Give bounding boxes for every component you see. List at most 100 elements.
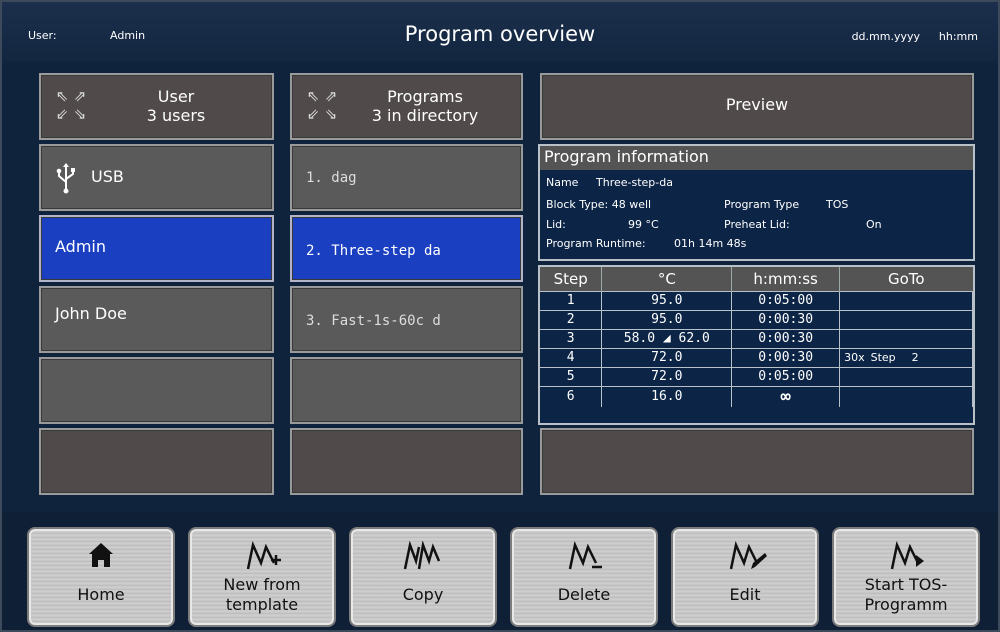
- goto-repeat: 30x: [844, 351, 865, 364]
- table-row[interactable]: 1 95.0 0:05:00: [540, 290, 973, 310]
- time-display: hh:mm: [938, 30, 978, 43]
- user-item-label: USB: [91, 167, 124, 186]
- temp-cell: 72.0: [601, 366, 733, 386]
- programs-count: 3 in directory: [371, 106, 479, 125]
- curve-play-icon: [890, 541, 924, 570]
- user-item-empty[interactable]: [39, 357, 274, 424]
- user-item-usb[interactable]: USB: [39, 144, 274, 211]
- table-row[interactable]: 4 72.0 0:00:30 30x Step 2: [540, 347, 973, 367]
- col-goto: GoTo: [839, 267, 973, 291]
- step-cell: 2: [540, 309, 603, 329]
- goto-cell: [839, 366, 973, 386]
- home-icon: [89, 543, 113, 567]
- program-type-value: TOS: [826, 198, 849, 211]
- bottom-toolbar: Home New from template Copy Delete Edit …: [2, 512, 998, 630]
- users-count: 3 users: [146, 106, 206, 125]
- lid-value: 99 °C: [628, 218, 659, 231]
- goto-step-label: Step: [870, 351, 896, 364]
- programs-header-title: Programs: [387, 87, 463, 106]
- table-row[interactable]: 3 58.0 ◢ 62.0 0:00:30: [540, 328, 973, 348]
- curve-minus-icon: [568, 541, 602, 570]
- col-time: h:mm:ss: [731, 267, 841, 291]
- home-button[interactable]: Home: [27, 527, 175, 627]
- name-value: Three-step-da: [596, 176, 673, 189]
- preheat-value: On: [866, 218, 882, 231]
- app-window: User: Admin Program overview dd.mm.yyyy …: [0, 0, 1000, 632]
- expand-icon: ⇖ ⇗ ⇙ ⇘: [55, 87, 87, 123]
- program-info-header: Program information: [540, 146, 973, 170]
- temp-cell: 58.0 ◢ 62.0: [601, 328, 733, 348]
- time-cell: ∞: [731, 385, 841, 407]
- program-type-label: Program Type: [724, 198, 800, 211]
- user-item-label: John Doe: [55, 304, 127, 323]
- step-cell: 5: [540, 366, 603, 386]
- start-label-1: Start TOS-: [864, 575, 948, 594]
- user-item-admin[interactable]: Admin: [39, 215, 274, 282]
- start-label-2: Programm: [864, 595, 948, 614]
- users-header-button[interactable]: ⇖ ⇗ ⇙ ⇘ User 3 users: [39, 73, 274, 140]
- program-item-selected[interactable]: 2. Three-step da: [290, 215, 523, 282]
- preview-button[interactable]: Preview: [540, 73, 974, 140]
- step-cell: 3: [540, 328, 603, 348]
- table-row[interactable]: 6 16.0 ∞: [540, 385, 973, 407]
- goto-cell: [839, 385, 973, 407]
- copy-label: Copy: [402, 585, 444, 604]
- goto-cell: [839, 290, 973, 310]
- col-temperature: °C: [601, 267, 733, 291]
- user-item-label: Admin: [55, 237, 106, 256]
- program-item-empty[interactable]: [290, 357, 523, 424]
- preview-label: Preview: [725, 95, 789, 114]
- steps-table: Step °C h:mm:ss GoTo 1 95.0 0:05:00 2 95…: [538, 265, 975, 425]
- time-cell: 0:00:30: [731, 328, 841, 348]
- time-cell: 0:00:30: [731, 347, 841, 367]
- start-program-button[interactable]: Start TOS- Programm: [832, 527, 980, 627]
- program-info-title: Program information: [544, 147, 709, 166]
- user-item-empty[interactable]: [39, 428, 274, 495]
- goto-cell: 30x Step 2: [839, 347, 973, 367]
- temp-cell: 95.0: [601, 309, 733, 329]
- time-cell: 0:05:00: [731, 290, 841, 310]
- curve-copy-icon: [403, 541, 441, 570]
- delete-button[interactable]: Delete: [510, 527, 658, 627]
- preheat-label: Preheat Lid:: [724, 218, 790, 231]
- date-display: dd.mm.yyyy: [851, 30, 920, 43]
- block-type: Block Type: 48 well: [546, 198, 652, 211]
- program-item-empty[interactable]: [290, 428, 523, 495]
- step-cell: 6: [540, 385, 603, 407]
- new-from-template-label-2: template: [225, 595, 299, 614]
- temp-cell: 72.0: [601, 347, 733, 367]
- program-item-label: 2. Three-step da: [306, 243, 441, 259]
- home-label: Home: [77, 585, 125, 604]
- program-item[interactable]: 3. Fast-1s-60c d: [290, 286, 523, 353]
- new-from-template-button[interactable]: New from template: [188, 527, 336, 627]
- time-cell: 0:05:00: [731, 366, 841, 386]
- programs-header-button[interactable]: ⇖ ⇗ ⇙ ⇘ Programs 3 in directory: [290, 73, 523, 140]
- usb-icon: [56, 163, 75, 194]
- goto-step-number: 2: [911, 351, 919, 364]
- program-info-panel: Program information Name Three-step-da B…: [538, 144, 975, 261]
- step-cell: 1: [540, 290, 603, 310]
- time-cell: 0:00:30: [731, 309, 841, 329]
- curve-plus-icon: [246, 541, 281, 570]
- col-step: Step: [540, 267, 603, 291]
- copy-button[interactable]: Copy: [349, 527, 497, 627]
- runtime-value: 01h 14m 48s: [674, 237, 747, 250]
- user-item-john-doe[interactable]: John Doe: [39, 286, 274, 353]
- expand-icon: ⇖ ⇗ ⇙ ⇘: [306, 87, 338, 123]
- program-item[interactable]: 1. dag: [290, 144, 523, 211]
- edit-label: Edit: [729, 585, 761, 604]
- temp-cell: 16.0: [601, 385, 733, 407]
- edit-button[interactable]: Edit: [671, 527, 819, 627]
- status-panel: [540, 428, 974, 495]
- program-item-label: 1. dag: [306, 170, 357, 186]
- header-bar: User: Admin Program overview dd.mm.yyyy …: [2, 2, 998, 62]
- page-title: Program overview: [404, 22, 596, 46]
- goto-cell: [839, 328, 973, 348]
- runtime-label: Program Runtime:: [546, 237, 646, 250]
- table-row[interactable]: 2 95.0 0:00:30: [540, 309, 973, 329]
- step-cell: 4: [540, 347, 603, 367]
- program-item-label: 3. Fast-1s-60c d: [306, 313, 441, 329]
- temp-cell: 95.0: [601, 290, 733, 310]
- table-row[interactable]: 5 72.0 0:05:00: [540, 366, 973, 386]
- new-from-template-label-1: New from: [223, 575, 301, 594]
